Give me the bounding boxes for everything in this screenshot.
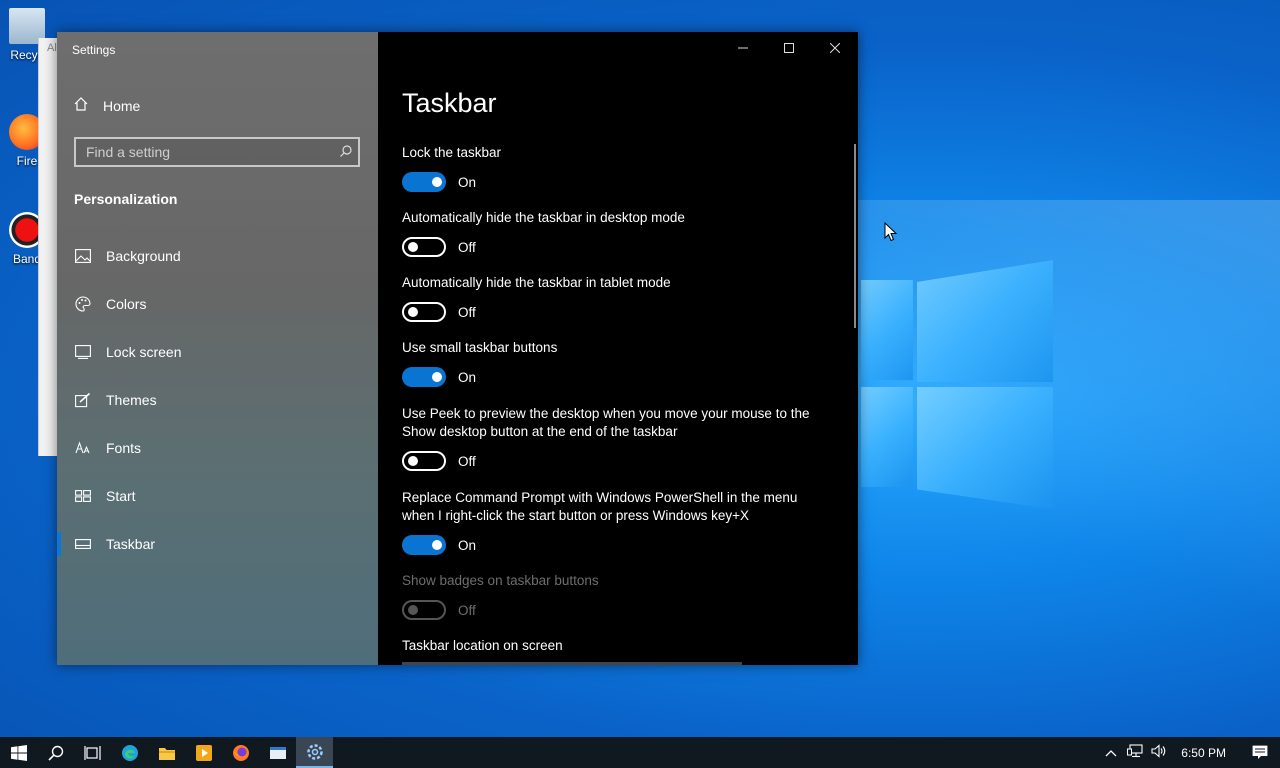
setting-label: Use small taskbar buttons	[402, 340, 558, 355]
palette-icon	[74, 295, 92, 313]
setting-label: Automatically hide the taskbar in deskto…	[402, 210, 685, 225]
window-controls	[720, 32, 858, 64]
sidebar-item-fonts[interactable]: Fonts	[57, 424, 378, 472]
chevron-up-icon[interactable]	[1099, 746, 1123, 760]
section-heading: Personalization	[74, 191, 178, 207]
minimize-button[interactable]	[720, 32, 766, 64]
windows-start-icon	[10, 744, 27, 761]
setting-taskbar-location: Taskbar location on screen	[402, 637, 832, 655]
sidebar-item-lock-screen[interactable]: Lock screen	[57, 328, 378, 376]
sidebar-item-label: Background	[106, 248, 181, 264]
setting-small-buttons: Use small taskbar buttons On	[402, 339, 832, 387]
setting-autohide-desktop: Automatically hide the taskbar in deskto…	[402, 209, 832, 257]
firefox-taskbar-button[interactable]	[222, 737, 259, 768]
lock-screen-icon	[74, 343, 92, 361]
home-icon	[73, 96, 89, 115]
taskbar-icon	[74, 535, 92, 553]
scrollbar-thumb[interactable]	[854, 144, 856, 328]
home-label: Home	[103, 97, 141, 114]
media-player-taskbar-button[interactable]	[185, 737, 222, 768]
toggle-state: On	[458, 174, 477, 190]
sidebar-item-label: Taskbar	[106, 536, 156, 552]
close-button[interactable]	[812, 32, 858, 64]
page-title: Taskbar	[402, 88, 497, 118]
task-view-button[interactable]	[74, 737, 111, 768]
settings-main-pane: Taskbar Lock the taskbar On Automaticall…	[378, 32, 858, 665]
sidebar-item-start[interactable]: Start	[57, 472, 378, 520]
settings-icon	[306, 743, 323, 760]
setting-powershell: Replace Command Prompt with Windows Powe…	[402, 489, 832, 555]
setting-label: Automatically hide the taskbar in tablet…	[402, 275, 671, 290]
mouse-cursor-icon	[884, 221, 898, 247]
home-nav-item[interactable]: Home	[73, 96, 140, 115]
setting-label: Lock the taskbar	[402, 145, 502, 160]
setting-badges: Show badges on taskbar buttons Off	[402, 572, 832, 620]
taskbar-search-button[interactable]	[37, 737, 74, 768]
toggle-state: On	[458, 537, 477, 553]
sidebar-item-label: Colors	[106, 296, 147, 312]
sidebar-item-colors[interactable]: Colors	[57, 280, 378, 328]
autohide-desktop-toggle[interactable]	[402, 237, 446, 257]
setting-label: Taskbar location on screen	[402, 638, 563, 653]
notification-icon	[1252, 745, 1268, 759]
image-icon	[74, 247, 92, 265]
small-buttons-toggle[interactable]	[402, 367, 446, 387]
action-center-button[interactable]	[1240, 737, 1280, 768]
search-icon[interactable]	[334, 144, 358, 161]
fonts-icon	[74, 439, 92, 457]
sidebar-item-taskbar[interactable]: Taskbar	[57, 520, 378, 568]
toggle-state: Off	[458, 304, 476, 320]
themes-icon	[74, 391, 92, 409]
sidebar-item-label: Lock screen	[106, 344, 182, 360]
toggle-state: On	[458, 369, 477, 385]
sidebar-item-label: Fonts	[106, 440, 142, 456]
personalization-nav: Background Colors Lock screen Themes Fon…	[57, 232, 378, 568]
start-button[interactable]	[0, 737, 37, 768]
lock-taskbar-toggle[interactable]	[402, 172, 446, 192]
edge-taskbar-button[interactable]	[111, 737, 148, 768]
start-icon	[74, 487, 92, 505]
powershell-toggle[interactable]	[402, 535, 446, 555]
file-explorer-icon	[158, 747, 175, 760]
setting-autohide-tablet: Automatically hide the taskbar in tablet…	[402, 274, 832, 322]
toggle-state: Off	[458, 602, 476, 618]
windows-taskbar: 6:50 PM	[0, 737, 1280, 768]
volume-icon[interactable]	[1147, 744, 1171, 761]
window-app-taskbar-button[interactable]	[259, 737, 296, 768]
settings-window: Settings Home Personalization Background	[57, 32, 858, 665]
taskbar-clock[interactable]: 6:50 PM	[1171, 746, 1240, 760]
window-title: Settings	[72, 43, 116, 57]
setting-label: Show badges on taskbar buttons	[402, 573, 599, 588]
media-player-icon	[195, 744, 212, 761]
settings-sidebar: Settings Home Personalization Background	[57, 32, 378, 665]
setting-label: Use Peek to preview the desktop when you…	[402, 406, 810, 439]
peek-toggle[interactable]	[402, 451, 446, 471]
taskbar-location-dropdown[interactable]	[402, 662, 742, 665]
settings-taskbar-button[interactable]	[296, 737, 333, 768]
window-app-icon	[269, 746, 286, 759]
autohide-tablet-toggle[interactable]	[402, 302, 446, 322]
desktop-windows-logo	[855, 255, 1055, 515]
search-input[interactable]	[76, 143, 334, 161]
sidebar-item-label: Themes	[106, 392, 157, 408]
badges-toggle	[402, 600, 446, 620]
edge-icon	[121, 744, 138, 761]
setting-lock-taskbar: Lock the taskbar On	[402, 144, 832, 192]
firefox-icon	[232, 744, 249, 761]
search-icon	[47, 745, 63, 761]
task-view-icon	[83, 745, 101, 760]
sidebar-item-label: Start	[106, 488, 136, 504]
sidebar-item-themes[interactable]: Themes	[57, 376, 378, 424]
network-icon[interactable]	[1123, 744, 1147, 761]
maximize-button[interactable]	[766, 32, 812, 64]
setting-label: Replace Command Prompt with Windows Powe…	[402, 490, 798, 523]
toggle-state: Off	[458, 239, 476, 255]
file-explorer-taskbar-button[interactable]	[148, 737, 185, 768]
setting-peek: Use Peek to preview the desktop when you…	[402, 405, 832, 471]
toggle-state: Off	[458, 453, 476, 469]
system-tray: 6:50 PM	[1099, 737, 1280, 768]
find-setting-search	[74, 137, 360, 167]
sidebar-item-background[interactable]: Background	[57, 232, 378, 280]
